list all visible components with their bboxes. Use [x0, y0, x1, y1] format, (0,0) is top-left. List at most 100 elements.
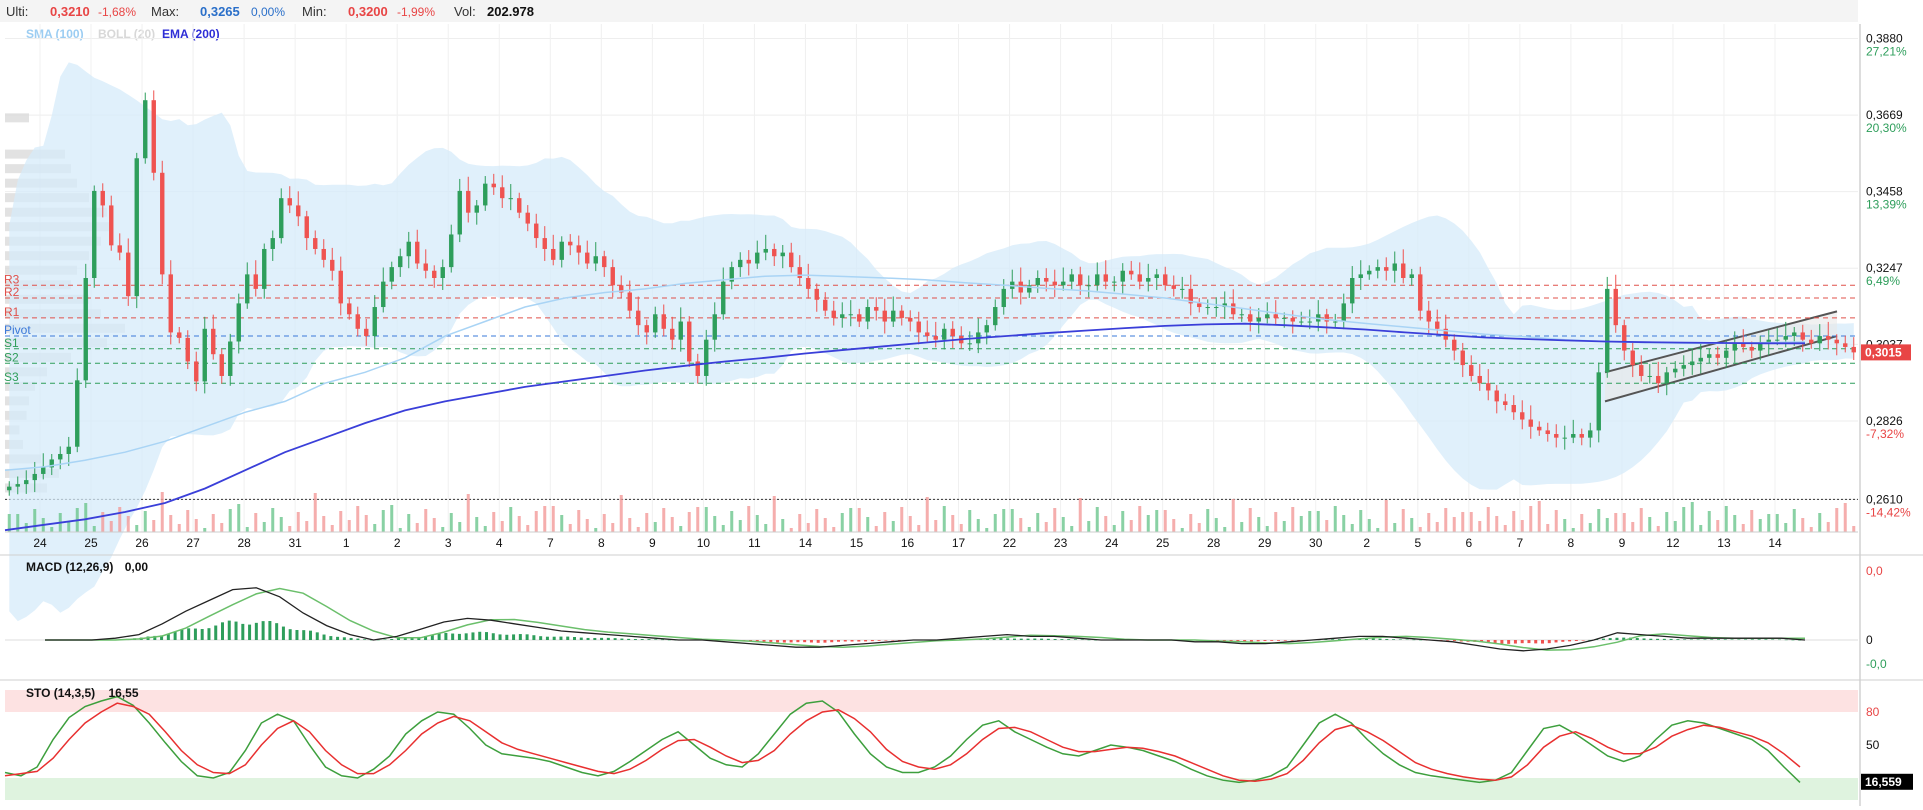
candle-body — [1299, 321, 1304, 323]
macd-histogram-bar — [281, 626, 285, 640]
volume-bar — [1053, 508, 1057, 532]
volume-bar — [1537, 501, 1541, 532]
level-label-s3: S3 — [4, 370, 19, 384]
candle-body — [1231, 303, 1236, 315]
candle-body — [1146, 278, 1151, 282]
macd-histogram-bar — [864, 640, 868, 642]
date-tick-label: 14 — [799, 536, 813, 550]
macd-histogram-bar — [1710, 639, 1714, 640]
volume-bar — [1308, 511, 1312, 532]
min-change: -1,99% — [397, 5, 435, 19]
candle-body — [899, 310, 904, 318]
volume-bar — [432, 518, 436, 532]
candle-body — [338, 270, 343, 304]
volume-bar — [373, 524, 377, 532]
volume-bar — [670, 517, 674, 532]
volume-bar — [883, 512, 887, 532]
candle-body — [585, 252, 590, 264]
volume-bar — [1750, 510, 1754, 532]
macd-histogram-bar — [816, 640, 820, 643]
macd-histogram-bar — [1561, 640, 1565, 642]
macd-histogram-bar — [633, 639, 637, 640]
macd-histogram-bar — [654, 639, 658, 640]
sto-current-label: 16,559 — [1865, 775, 1902, 789]
volume-bar — [1112, 525, 1116, 532]
macd-histogram-bar — [837, 640, 840, 642]
volume-bar — [126, 516, 130, 532]
date-tick-label: 23 — [1054, 536, 1068, 550]
macd-histogram-bar — [1073, 639, 1077, 640]
candle-body — [1783, 336, 1788, 340]
volume-bar — [806, 523, 810, 532]
candle-body — [1061, 281, 1066, 286]
candle-body — [1375, 267, 1380, 271]
candle-body — [483, 183, 488, 206]
date-tick-label: 22 — [1003, 536, 1017, 550]
candle-body — [1639, 365, 1644, 376]
volume-bar — [271, 508, 275, 532]
candle-body — [1078, 274, 1083, 286]
date-tick-label: 3 — [445, 536, 452, 550]
volume-bar — [849, 508, 853, 532]
date-tick-label: 9 — [1619, 536, 1626, 550]
candle-body — [1562, 437, 1567, 439]
volume-bar — [390, 505, 394, 532]
percent-tick-label: 27,21% — [1866, 45, 1907, 59]
candle-body — [1596, 372, 1601, 431]
volume-bar — [1189, 514, 1193, 532]
volume-bar — [1240, 522, 1244, 532]
macd-histogram-bar — [505, 634, 509, 640]
date-tick-label: 16 — [901, 536, 915, 550]
volume-bar — [662, 508, 666, 532]
macd-histogram-bar — [512, 634, 516, 640]
last-change: -1,68% — [98, 5, 136, 19]
volume-bar — [347, 520, 351, 532]
macd-histogram-bar — [471, 632, 475, 640]
candle-body — [831, 310, 836, 318]
volume-bar — [908, 516, 912, 532]
candle-body — [806, 278, 811, 289]
macd-histogram-bar — [809, 640, 813, 643]
trading-chart[interactable]: Ulti: 0,3210 -1,68% Max: 0,3265 0,00% Mi… — [0, 0, 1923, 810]
candle-body — [1248, 314, 1253, 322]
candle-body — [823, 299, 828, 311]
macd-histogram-bar — [613, 638, 617, 640]
candle-body — [1367, 270, 1372, 275]
volume-bar — [1571, 528, 1575, 532]
volume-bar — [840, 513, 844, 532]
macd-histogram-bar — [870, 640, 874, 642]
macd-histogram-bar — [1737, 639, 1741, 640]
macd-histogram-bar — [762, 640, 766, 642]
last-label: Ulti: — [6, 4, 28, 19]
volume-bar — [993, 514, 997, 532]
candle-body — [1554, 434, 1559, 438]
macd-histogram-bar — [336, 636, 340, 640]
macd-histogram-bar — [1574, 640, 1578, 642]
volume-bar — [959, 524, 963, 532]
date-tick-label: 17 — [952, 536, 966, 550]
volume-bar — [1223, 527, 1227, 532]
macd-histogram-bar — [1777, 639, 1781, 641]
date-tick-label: 13 — [1717, 536, 1731, 550]
candle-body — [457, 190, 462, 235]
volume-bar — [968, 510, 972, 532]
volume-bar — [50, 527, 54, 532]
oversold-zone — [5, 778, 1858, 800]
volume-bar — [1342, 515, 1346, 532]
volume-bar — [1529, 506, 1533, 532]
macd-histogram-bar — [1513, 640, 1517, 644]
volume-bar — [1418, 527, 1422, 532]
candle-body — [942, 328, 947, 340]
macd-histogram-bar — [1013, 638, 1016, 640]
volume-bar — [611, 523, 615, 532]
volume-bar — [1503, 525, 1507, 532]
volume-bar — [1367, 519, 1371, 532]
max-label: Max: — [151, 4, 179, 19]
candle-body — [1197, 303, 1202, 308]
volume-bar — [832, 527, 836, 532]
candle-body — [1069, 274, 1074, 282]
candle-body — [500, 187, 505, 199]
macd-histogram-bar — [329, 636, 333, 640]
date-tick-label: 9 — [649, 536, 656, 550]
candle-body — [551, 248, 556, 260]
